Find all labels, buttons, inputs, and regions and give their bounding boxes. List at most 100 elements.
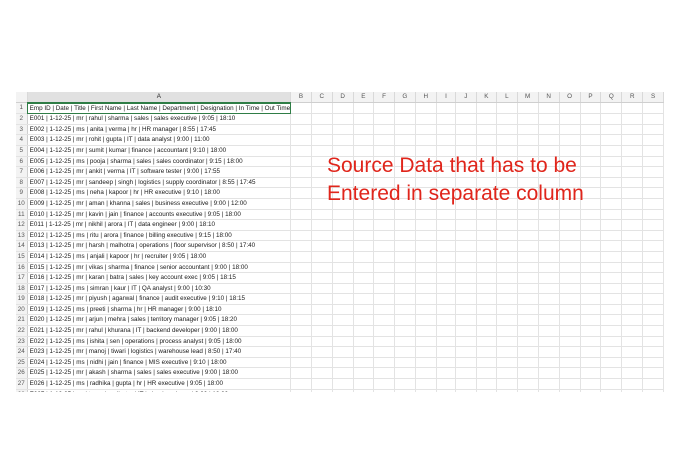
row-header[interactable]: 24 [16, 346, 28, 358]
empty-cell[interactable] [476, 240, 498, 252]
empty-cell[interactable] [415, 102, 437, 115]
empty-cell[interactable] [642, 314, 664, 327]
empty-cell[interactable] [353, 325, 375, 337]
empty-cell[interactable] [436, 283, 457, 295]
empty-cell[interactable] [600, 209, 623, 221]
empty-cell[interactable] [436, 304, 457, 316]
empty-cell[interactable] [517, 367, 539, 380]
empty-cell[interactable] [496, 240, 518, 252]
empty-cell[interactable] [600, 272, 623, 284]
column-header-e[interactable]: E [353, 92, 375, 104]
empty-cell[interactable] [621, 251, 644, 263]
empty-cell[interactable] [538, 124, 560, 136]
empty-cell[interactable] [621, 113, 644, 125]
empty-cell[interactable] [415, 251, 437, 263]
empty-cell[interactable] [415, 389, 437, 392]
row-header[interactable]: 4 [16, 134, 28, 146]
empty-cell[interactable] [476, 230, 498, 242]
empty-cell[interactable] [311, 314, 333, 327]
cell-a[interactable]: E018 | 1-12-25 | mr | piyush | agarwal |… [27, 293, 292, 305]
empty-cell[interactable] [600, 304, 623, 316]
empty-cell[interactable] [538, 283, 560, 295]
empty-cell[interactable] [621, 304, 644, 316]
empty-cell[interactable] [580, 219, 602, 231]
empty-cell[interactable] [455, 325, 477, 337]
empty-cell[interactable] [436, 251, 457, 263]
empty-cell[interactable] [311, 124, 333, 136]
empty-cell[interactable] [290, 304, 312, 316]
row-header[interactable]: 23 [16, 336, 28, 348]
empty-cell[interactable] [394, 113, 416, 125]
empty-cell[interactable] [353, 262, 375, 274]
empty-cell[interactable] [332, 124, 354, 136]
empty-cell[interactable] [455, 272, 477, 284]
empty-cell[interactable] [332, 304, 354, 316]
empty-cell[interactable] [600, 145, 623, 157]
select-all-corner[interactable] [16, 92, 28, 104]
empty-cell[interactable] [415, 293, 437, 305]
empty-cell[interactable] [621, 198, 644, 210]
empty-cell[interactable] [621, 124, 644, 136]
empty-cell[interactable] [538, 209, 560, 221]
empty-cell[interactable] [311, 209, 333, 221]
empty-cell[interactable] [496, 102, 518, 115]
empty-cell[interactable] [496, 283, 518, 295]
empty-cell[interactable] [538, 378, 560, 390]
empty-cell[interactable] [538, 102, 560, 115]
empty-cell[interactable] [332, 378, 354, 390]
empty-cell[interactable] [455, 262, 477, 274]
empty-cell[interactable] [373, 230, 395, 242]
empty-cell[interactable] [311, 378, 333, 390]
empty-cell[interactable] [580, 378, 602, 390]
cell-a[interactable]: E011 | 1-12-25 | mr | nikhil | arora | I… [27, 219, 292, 231]
cell-a[interactable]: E026 | 1-12-25 | ms | radhika | gupta | … [27, 378, 292, 390]
empty-cell[interactable] [538, 357, 560, 369]
empty-cell[interactable] [496, 124, 518, 136]
empty-cell[interactable] [311, 283, 333, 295]
empty-cell[interactable] [290, 156, 312, 168]
empty-cell[interactable] [642, 219, 664, 231]
empty-cell[interactable] [580, 262, 602, 274]
empty-cell[interactable] [559, 336, 581, 348]
empty-cell[interactable] [621, 187, 644, 199]
row-header[interactable]: 5 [16, 145, 28, 157]
empty-cell[interactable] [642, 145, 664, 157]
empty-cell[interactable] [373, 272, 395, 284]
empty-cell[interactable] [353, 124, 375, 136]
empty-cell[interactable] [394, 283, 416, 295]
empty-cell[interactable] [311, 357, 333, 369]
empty-cell[interactable] [290, 177, 312, 189]
cell-a[interactable]: E021 | 1-12-25 | mr | rahul | khurana | … [27, 325, 292, 337]
empty-cell[interactable] [621, 156, 644, 168]
cell-a[interactable]: E015 | 1-12-25 | mr | vikas | sharma | f… [27, 262, 292, 274]
empty-cell[interactable] [415, 283, 437, 295]
empty-cell[interactable] [517, 102, 539, 115]
empty-cell[interactable] [415, 336, 437, 348]
empty-cell[interactable] [580, 102, 602, 115]
empty-cell[interactable] [455, 367, 477, 380]
empty-cell[interactable] [496, 314, 518, 327]
empty-cell[interactable] [600, 378, 623, 390]
empty-cell[interactable] [353, 240, 375, 252]
empty-cell[interactable] [496, 367, 518, 380]
empty-cell[interactable] [538, 272, 560, 284]
cell-a[interactable]: E024 | 1-12-25 | ms | nidhi | jain | fin… [27, 357, 292, 369]
row-header[interactable]: 2 [16, 113, 28, 125]
empty-cell[interactable] [332, 336, 354, 348]
empty-cell[interactable] [476, 219, 498, 231]
empty-cell[interactable] [496, 325, 518, 337]
empty-cell[interactable] [600, 325, 623, 337]
empty-cell[interactable] [580, 367, 602, 380]
empty-cell[interactable] [290, 187, 312, 199]
empty-cell[interactable] [538, 251, 560, 263]
empty-cell[interactable] [373, 134, 395, 146]
empty-cell[interactable] [621, 378, 644, 390]
empty-cell[interactable] [559, 304, 581, 316]
row-header[interactable]: 3 [16, 124, 28, 136]
empty-cell[interactable] [290, 357, 312, 369]
empty-cell[interactable] [642, 304, 664, 316]
empty-cell[interactable] [600, 262, 623, 274]
empty-cell[interactable] [353, 304, 375, 316]
empty-cell[interactable] [517, 283, 539, 295]
empty-cell[interactable] [642, 251, 664, 263]
